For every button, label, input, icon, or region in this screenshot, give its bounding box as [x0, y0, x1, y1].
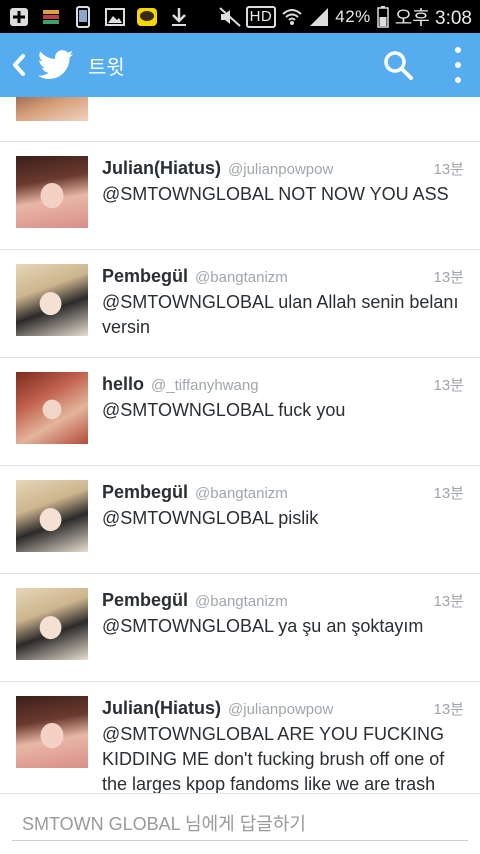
back-button[interactable]: [4, 33, 34, 97]
page-title: 트윗: [88, 56, 125, 79]
tweet-author-name[interactable]: Pembegül: [102, 590, 188, 611]
battery-icon: [376, 5, 390, 28]
back-icon: [13, 54, 25, 76]
tweet-text: @SMTOWNGLOBAL ulan Allah senin belanı ve…: [102, 292, 459, 337]
tweet-list[interactable]: Julian(Hiatus) @julianpowpow 13분 @SMTOWN…: [0, 97, 480, 793]
tweet-row[interactable]: Pembegül @bangtanizm 13분 @SMTOWNGLOBAL p…: [0, 466, 480, 574]
phone-icon: [72, 5, 94, 28]
avatar[interactable]: [16, 696, 88, 768]
tweet-author-name[interactable]: Julian(Hiatus): [102, 158, 221, 179]
avatar[interactable]: [16, 156, 88, 228]
tweet-header: Pembegül @bangtanizm 13분: [102, 590, 464, 612]
tweet-timestamp: 13분: [433, 161, 465, 178]
tweet-header: Julian(Hiatus) @julianpowpow 13분: [102, 158, 464, 180]
avatar[interactable]: [16, 588, 88, 660]
tweet-row-partial[interactable]: [0, 97, 480, 142]
tweet-row[interactable]: Pembegül @bangtanizm 13분 @SMTOWNGLOBAL u…: [0, 250, 480, 358]
tweet-timestamp: 13분: [433, 485, 465, 502]
tweet-author-handle[interactable]: @bangtanizm: [195, 485, 288, 502]
image-icon: [104, 6, 126, 28]
wifi-icon: [281, 6, 303, 28]
reply-bar: [0, 793, 480, 854]
tweet-text: @SMTOWNGLOBAL NOT NOW YOU ASS: [102, 184, 449, 204]
avatar[interactable]: [16, 97, 88, 121]
tweet-row[interactable]: Julian(Hiatus) @julianpowpow 13분 @SMTOWN…: [0, 682, 480, 793]
download-icon: [168, 6, 190, 28]
tweet-author-name[interactable]: hello: [102, 374, 144, 395]
tweet-author-name[interactable]: Julian(Hiatus): [102, 698, 221, 719]
tweet-header: Pembegül @bangtanizm 13분: [102, 482, 464, 504]
tweet-author-handle[interactable]: @_tiffanyhwang: [151, 377, 259, 394]
mute-icon: [218, 6, 241, 28]
battery-percent: 42%: [335, 6, 371, 26]
tweet-author-handle[interactable]: @julianpowpow: [228, 161, 333, 178]
search-button[interactable]: [382, 49, 414, 81]
add-icon: [8, 6, 30, 28]
tweet-author-handle[interactable]: @bangtanizm: [195, 593, 288, 610]
tweet-timestamp: 13분: [433, 377, 465, 394]
clock: 오후 3:08: [394, 8, 472, 29]
hd-indicator: HD: [245, 5, 277, 28]
tweet-timestamp: 13분: [433, 701, 465, 718]
tweet-row[interactable]: Julian(Hiatus) @julianpowpow 13분 @SMTOWN…: [0, 142, 480, 250]
tweet-text: @SMTOWNGLOBAL ARE YOU FUCKING KIDDING ME…: [102, 724, 445, 793]
kakaotalk-icon: [136, 6, 158, 28]
tweet-text: @SMTOWNGLOBAL fuck you: [102, 400, 346, 420]
signal-icon: [308, 6, 330, 28]
notification-icons: [0, 0, 190, 33]
tweet-text: @SMTOWNGLOBAL ya şu an şoktayım: [102, 616, 424, 636]
stack-icon: [40, 6, 62, 28]
tweet-author-name[interactable]: Pembegül: [102, 482, 188, 503]
tweet-author-handle[interactable]: @julianpowpow: [228, 701, 333, 718]
overflow-menu-icon[interactable]: [450, 47, 466, 83]
tweet-author-name[interactable]: Pembegül: [102, 266, 188, 287]
tweet-timestamp: 13분: [433, 593, 465, 610]
status-bar: HD 42% 오후 3:08: [0, 0, 480, 33]
tweet-row[interactable]: hello @_tiffanyhwang 13분 @SMTOWNGLOBAL f…: [0, 358, 480, 466]
tweet-timestamp: 13분: [433, 269, 465, 286]
avatar[interactable]: [16, 264, 88, 336]
tweet-header: hello @_tiffanyhwang 13분: [102, 374, 464, 396]
twitter-bird-icon[interactable]: [37, 50, 74, 80]
app-bar: 트윗: [0, 33, 480, 97]
avatar[interactable]: [16, 480, 88, 552]
tweet-header: Pembegül @bangtanizm 13분: [102, 266, 464, 288]
avatar[interactable]: [16, 372, 88, 444]
tweet-author-handle[interactable]: @bangtanizm: [195, 269, 288, 286]
tweet-header: Julian(Hiatus) @julianpowpow 13분: [102, 698, 464, 720]
system-icons: HD 42% 오후 3:08: [218, 0, 480, 33]
tweet-text: @SMTOWNGLOBAL pislik: [102, 508, 319, 528]
search-icon: [384, 51, 413, 80]
reply-input[interactable]: [12, 808, 468, 841]
tweet-row[interactable]: Pembegül @bangtanizm 13분 @SMTOWNGLOBAL y…: [0, 574, 480, 682]
